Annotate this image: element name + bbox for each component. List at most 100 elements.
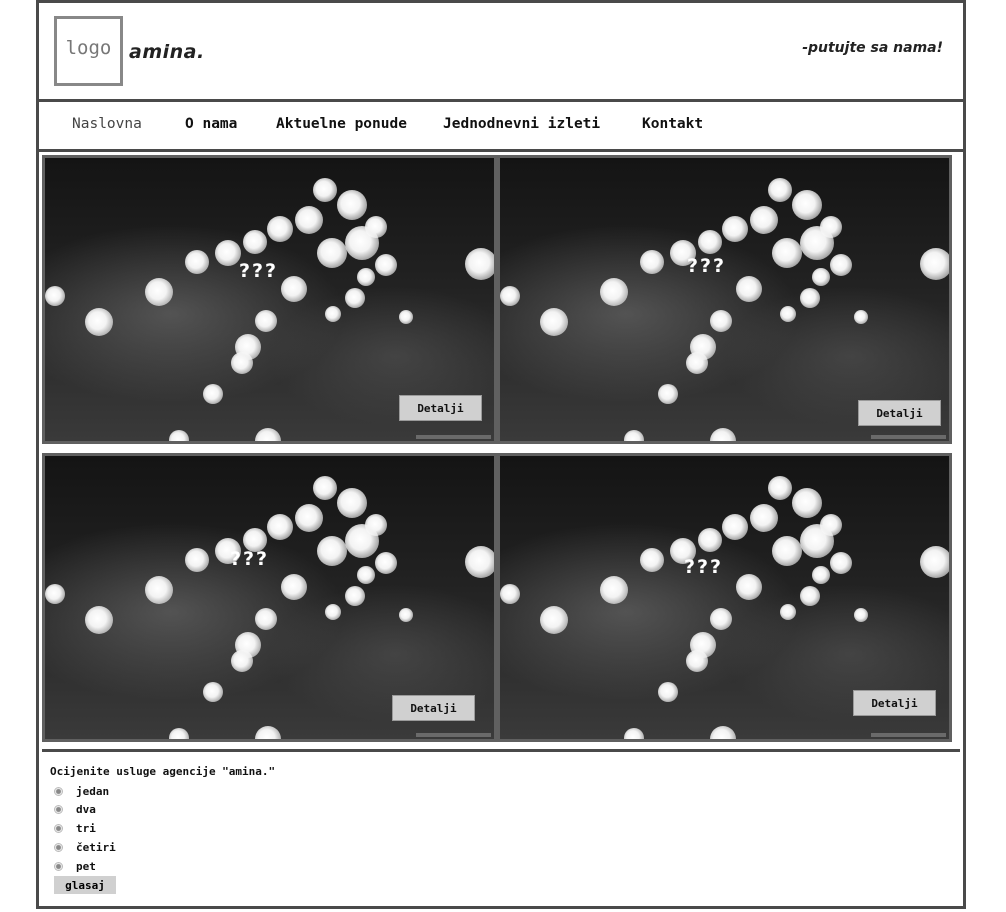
bokeh-light — [820, 514, 842, 536]
bokeh-light — [736, 574, 762, 600]
bokeh-light — [722, 216, 748, 242]
bokeh-light — [465, 248, 494, 280]
radio-button[interactable] — [54, 823, 63, 833]
bokeh-light — [325, 604, 341, 620]
bokeh-light — [365, 216, 387, 238]
logo[interactable]: logo — [54, 16, 123, 86]
vote-button[interactable]: glasaj — [54, 876, 116, 894]
bokeh-light — [267, 514, 293, 540]
radio-button[interactable] — [54, 861, 63, 871]
bokeh-light — [399, 608, 413, 622]
bokeh-light — [768, 178, 792, 202]
bokeh-light — [800, 586, 820, 606]
bokeh-light — [736, 276, 762, 302]
radio-button[interactable] — [54, 786, 63, 796]
bokeh-light — [540, 308, 568, 336]
bokeh-light — [750, 206, 778, 234]
bokeh-light — [185, 548, 209, 572]
bokeh-light — [710, 310, 732, 332]
bokeh-light — [357, 268, 375, 286]
bokeh-light — [203, 384, 223, 404]
nav-item-aktuelne-ponude[interactable]: Aktuelne ponude — [276, 116, 407, 132]
bokeh-light — [812, 268, 830, 286]
bokeh-light — [465, 546, 494, 578]
bokeh-light — [792, 488, 822, 518]
offer-tile[interactable]: ??? Detalji — [42, 155, 497, 444]
offer-tile[interactable]: ??? Detalji — [497, 453, 952, 742]
bokeh-light — [295, 206, 323, 234]
bokeh-light — [624, 728, 644, 739]
bokeh-light — [255, 310, 277, 332]
poll-option[interactable]: četiri — [54, 840, 116, 854]
bokeh-light — [313, 476, 337, 500]
photo-credit — [416, 435, 491, 439]
poll-option[interactable]: tri — [54, 821, 96, 835]
bokeh-light — [768, 476, 792, 500]
bokeh-light — [375, 552, 397, 574]
offers-gallery: ??? Detalji ??? Detalji ??? Detalji ??? … — [42, 155, 960, 752]
poll-option-label: pet — [76, 859, 96, 873]
nav-item-jednodnevni-izleti[interactable]: Jednodnevni izleti — [443, 116, 600, 132]
details-button[interactable]: Detalji — [858, 400, 941, 426]
bokeh-light — [658, 682, 678, 702]
details-button[interactable]: Detalji — [392, 695, 475, 721]
tile-title: ??? — [684, 556, 724, 578]
photo-credit — [871, 435, 946, 439]
bokeh-light — [710, 428, 736, 441]
brand-name: amina. — [129, 41, 205, 63]
nav-item-o-nama[interactable]: O nama — [185, 116, 237, 132]
bokeh-light — [624, 430, 644, 441]
logo-text: logo — [65, 37, 112, 59]
bokeh-light — [203, 682, 223, 702]
bokeh-light — [345, 288, 365, 308]
bokeh-light — [792, 190, 822, 220]
bokeh-light — [686, 650, 708, 672]
offer-tile[interactable]: ??? Detalji — [497, 155, 952, 444]
bokeh-light — [698, 230, 722, 254]
bokeh-light — [920, 248, 949, 280]
bokeh-light — [686, 352, 708, 374]
bokeh-light — [281, 574, 307, 600]
radio-button[interactable] — [54, 842, 63, 852]
poll-question: Ocijenite usluge agencije "amina." — [50, 765, 276, 778]
bokeh-light — [231, 650, 253, 672]
site-header: logo amina. -putujte sa nama! — [39, 3, 963, 102]
tile-title: ??? — [239, 260, 279, 282]
details-button[interactable]: Detalji — [853, 690, 936, 716]
bokeh-light — [854, 310, 868, 324]
details-button[interactable]: Detalji — [399, 395, 482, 421]
poll-option-label: tri — [76, 821, 96, 835]
bokeh-light — [267, 216, 293, 242]
poll-option-label: četiri — [76, 840, 116, 854]
bokeh-light — [780, 306, 796, 322]
bokeh-light — [255, 608, 277, 630]
bokeh-light — [399, 310, 413, 324]
bokeh-light — [830, 552, 852, 574]
radio-button[interactable] — [54, 804, 63, 814]
bokeh-light — [830, 254, 852, 276]
bokeh-light — [600, 278, 628, 306]
bokeh-light — [145, 576, 173, 604]
tile-title: ??? — [687, 255, 727, 277]
poll-option[interactable]: jedan — [54, 784, 109, 798]
bokeh-light — [920, 546, 949, 578]
rating-poll: Ocijenite usluge agencije "amina." jedan… — [39, 752, 963, 906]
nav-item-kontakt[interactable]: Kontakt — [642, 116, 703, 132]
offer-tile[interactable]: ??? Detalji — [42, 453, 497, 742]
poll-option[interactable]: pet — [54, 859, 96, 873]
bokeh-light — [337, 190, 367, 220]
poll-option[interactable]: dva — [54, 802, 96, 816]
bokeh-light — [325, 306, 341, 322]
bokeh-light — [169, 728, 189, 739]
bokeh-light — [640, 250, 664, 274]
tile-title: ??? — [230, 548, 270, 570]
bokeh-light — [375, 254, 397, 276]
bokeh-light — [800, 288, 820, 308]
bokeh-light — [317, 238, 347, 268]
nav-item-naslovna[interactable]: Naslovna — [72, 116, 142, 132]
main-nav: Naslovna O nama Aktuelne ponude Jednodne… — [39, 102, 963, 152]
bokeh-light — [750, 504, 778, 532]
bokeh-light — [772, 238, 802, 268]
bokeh-light — [710, 608, 732, 630]
bokeh-light — [255, 428, 281, 441]
